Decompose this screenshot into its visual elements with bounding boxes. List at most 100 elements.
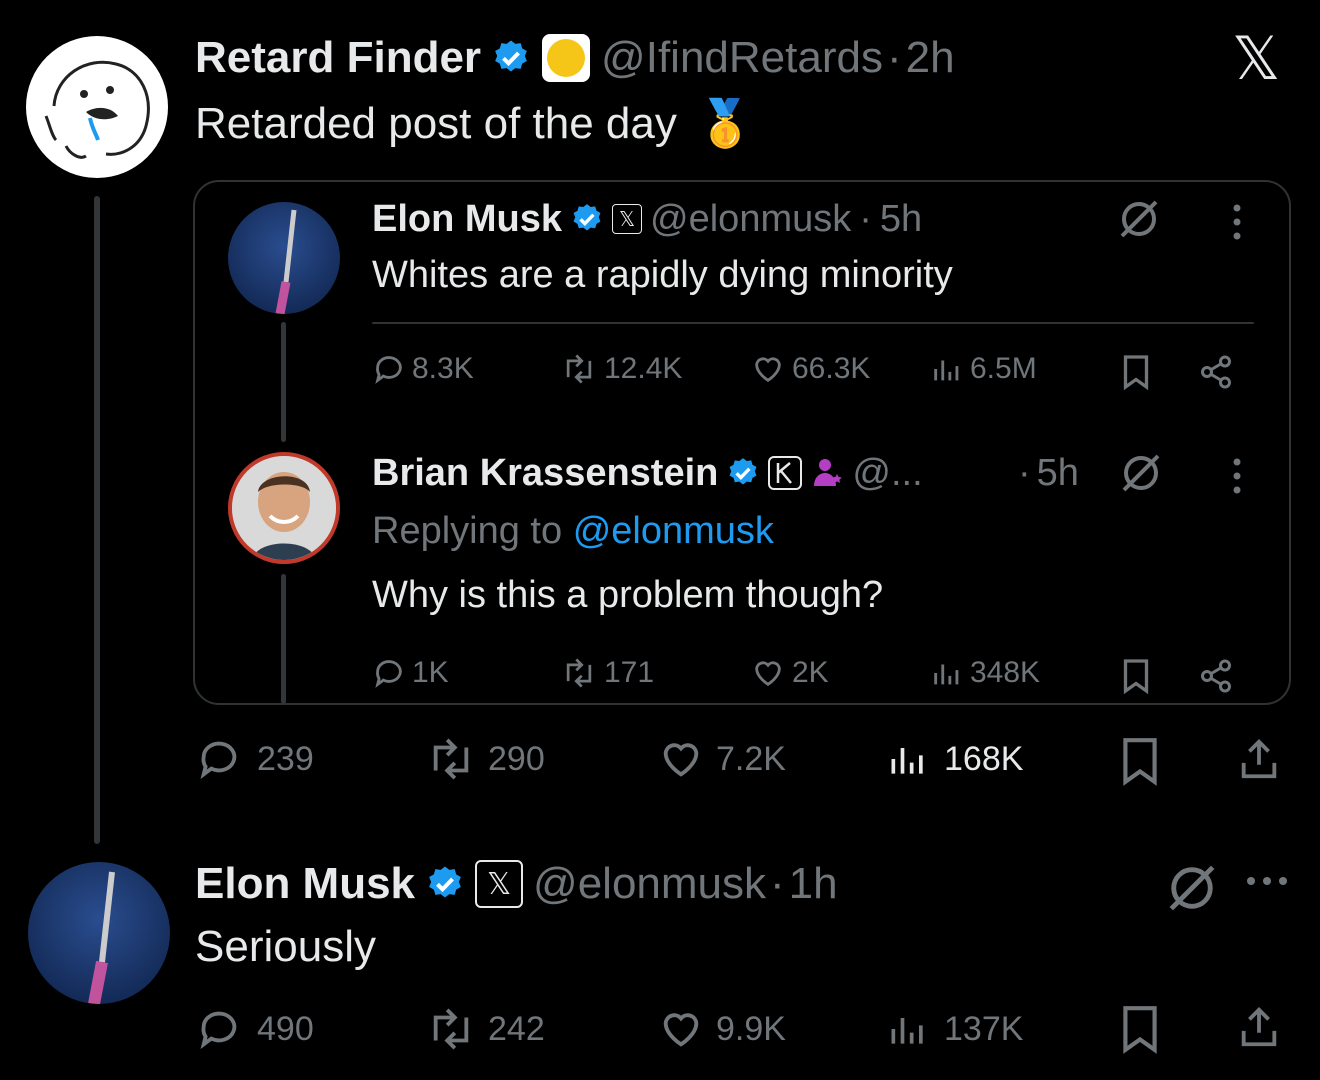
bookmark-button[interactable] [1118, 1004, 1162, 1054]
bookmark-icon [1123, 1006, 1157, 1054]
reply-button[interactable]: 239 [195, 736, 314, 782]
verified-badge-icon [570, 202, 604, 236]
repost-icon [566, 658, 592, 688]
more-options-icon[interactable] [1244, 874, 1290, 893]
views-icon [934, 664, 959, 685]
more-options-icon[interactable] [1230, 202, 1244, 247]
x-affiliate-badge: 𝕏 [475, 860, 524, 908]
share-button[interactable] [1196, 658, 1236, 694]
timestamp[interactable]: 5h [1037, 452, 1079, 495]
replying-prefix: Replying to [372, 510, 563, 552]
repost-count: 290 [488, 739, 545, 778]
like-button[interactable]: 2K [750, 656, 829, 690]
share-button[interactable] [1236, 1002, 1282, 1052]
more-options-icon[interactable] [1230, 456, 1244, 501]
views-icon [934, 360, 959, 381]
quote2-time: · 5h [1018, 448, 1079, 498]
share-nodes-icon [1201, 355, 1231, 389]
verified-badge-icon [726, 456, 760, 490]
share-button[interactable] [1236, 734, 1282, 784]
author-name[interactable]: Elon Musk [372, 198, 562, 241]
rocket-icon [88, 871, 115, 1004]
reply-icon [200, 1011, 237, 1050]
views-button[interactable]: 168K [886, 736, 1023, 782]
grok-icon[interactable] [1164, 860, 1220, 921]
post1-body: Retarded post of the day 🥇 [195, 96, 754, 151]
post-text: Seriously [195, 922, 376, 971]
reply-button[interactable]: 490 [195, 1006, 314, 1052]
handle[interactable]: @... [852, 452, 922, 495]
separator: · [770, 859, 785, 908]
view-count: 6.5M [970, 352, 1037, 385]
heart-icon [663, 1013, 699, 1047]
reply-count: 1K [412, 656, 449, 689]
repost-icon [433, 1008, 469, 1050]
meme-face-icon [44, 60, 150, 159]
post-text: Why is this a problem though? [372, 574, 884, 616]
like-count: 9.9K [716, 1009, 786, 1048]
bookmark-button[interactable] [1120, 354, 1152, 390]
repost-button[interactable]: 171 [560, 656, 654, 690]
views-button[interactable]: 348K [930, 656, 1040, 690]
elon-avatar[interactable] [228, 202, 340, 314]
share-nodes-icon [1201, 659, 1231, 693]
views-icon [891, 748, 923, 774]
divider [372, 322, 1254, 324]
reply-count: 490 [257, 1009, 314, 1048]
elon-avatar[interactable] [28, 862, 170, 1004]
reply-icon [375, 356, 402, 384]
post-text: Whites are a rapidly dying minority [372, 254, 953, 296]
upload-share-icon [1241, 739, 1277, 779]
bookmark-button[interactable] [1120, 658, 1152, 694]
like-button[interactable]: 66.3K [750, 352, 870, 386]
portrait-icon [232, 456, 336, 560]
reply-count: 239 [257, 739, 314, 778]
reply-icon [200, 741, 237, 780]
author-name[interactable]: Elon Musk [195, 859, 415, 909]
grok-icon[interactable] [1116, 196, 1162, 247]
like-count: 66.3K [792, 352, 871, 385]
retard-finder-avatar[interactable] [26, 36, 168, 178]
author-name[interactable]: Brian Krassenstein [372, 452, 718, 495]
separator: · [1018, 451, 1031, 494]
repost-button[interactable]: 242 [424, 1006, 545, 1052]
handle[interactable]: @elonmusk [650, 198, 851, 241]
repost-count: 12.4K [604, 352, 683, 385]
bookmark-icon [1123, 738, 1157, 786]
reply-button[interactable]: 1K [372, 656, 449, 690]
heart-icon [755, 357, 781, 383]
heart-icon [755, 661, 781, 687]
medal-emoji: 🥇 [696, 97, 755, 149]
replying-to-link[interactable]: @elonmusk [573, 510, 774, 552]
like-count: 2K [792, 656, 829, 689]
quote1-header: Elon Musk 𝕏 @elonmusk · 5h [372, 194, 922, 244]
like-button[interactable]: 7.2K [656, 736, 786, 782]
post2-header: Elon Musk 𝕏 @elonmusk · 1h [195, 856, 838, 912]
x-affiliate-badge: 𝕏 [612, 204, 643, 234]
handle[interactable]: @elonmusk [533, 859, 766, 909]
separator: · [886, 33, 902, 82]
share-button[interactable] [1196, 354, 1236, 390]
repost-button[interactable]: 12.4K [560, 352, 682, 386]
reply-button[interactable]: 8.3K [372, 352, 474, 386]
bookmark-icon [1123, 659, 1149, 694]
grok-icon[interactable] [1118, 450, 1164, 501]
timestamp[interactable]: 5h [880, 198, 922, 241]
quote-thread-line-2 [281, 574, 286, 704]
repost-icon [433, 738, 469, 780]
brian-avatar[interactable] [228, 452, 340, 564]
heart-icon [663, 743, 699, 777]
bookmark-button[interactable] [1118, 736, 1162, 786]
repost-count: 171 [604, 656, 655, 689]
views-button[interactable]: 6.5M [930, 352, 1037, 386]
quote-thread-line [281, 322, 286, 442]
rocket-icon [275, 209, 297, 314]
like-button[interactable]: 9.9K [656, 1006, 786, 1052]
author-name[interactable]: Retard Finder [195, 33, 481, 83]
x-logo[interactable]: 𝕏 [1232, 24, 1280, 94]
timestamp[interactable]: 2h [906, 33, 955, 83]
handle[interactable]: @IfindRetards [601, 33, 883, 83]
timestamp[interactable]: 1h [789, 859, 838, 909]
repost-button[interactable]: 290 [424, 736, 545, 782]
views-button[interactable]: 137K [886, 1006, 1023, 1052]
